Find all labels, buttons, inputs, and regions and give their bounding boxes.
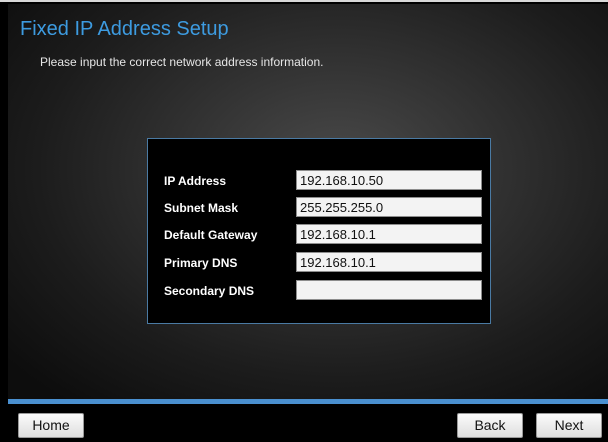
ip-address-input[interactable] xyxy=(296,170,482,190)
default-gateway-label: Default Gateway xyxy=(164,228,258,242)
default-gateway-input[interactable] xyxy=(296,224,482,244)
home-button[interactable]: Home xyxy=(18,413,84,438)
secondary-dns-input[interactable] xyxy=(296,280,482,300)
ip-address-label: IP Address xyxy=(164,174,227,188)
primary-dns-input[interactable] xyxy=(296,252,482,272)
back-button[interactable]: Back xyxy=(457,413,523,438)
page-title: Fixed IP Address Setup xyxy=(20,18,229,40)
top-divider xyxy=(0,0,608,2)
primary-dns-label: Primary DNS xyxy=(164,256,238,270)
page-instructions: Please input the correct network address… xyxy=(40,55,324,69)
setup-wizard-window: Fixed IP Address Setup Please input the … xyxy=(0,0,608,442)
secondary-dns-label: Secondary DNS xyxy=(164,284,255,298)
subnet-mask-label: Subnet Mask xyxy=(164,201,239,215)
subnet-mask-input[interactable] xyxy=(296,197,482,217)
next-button[interactable]: Next xyxy=(536,413,602,438)
